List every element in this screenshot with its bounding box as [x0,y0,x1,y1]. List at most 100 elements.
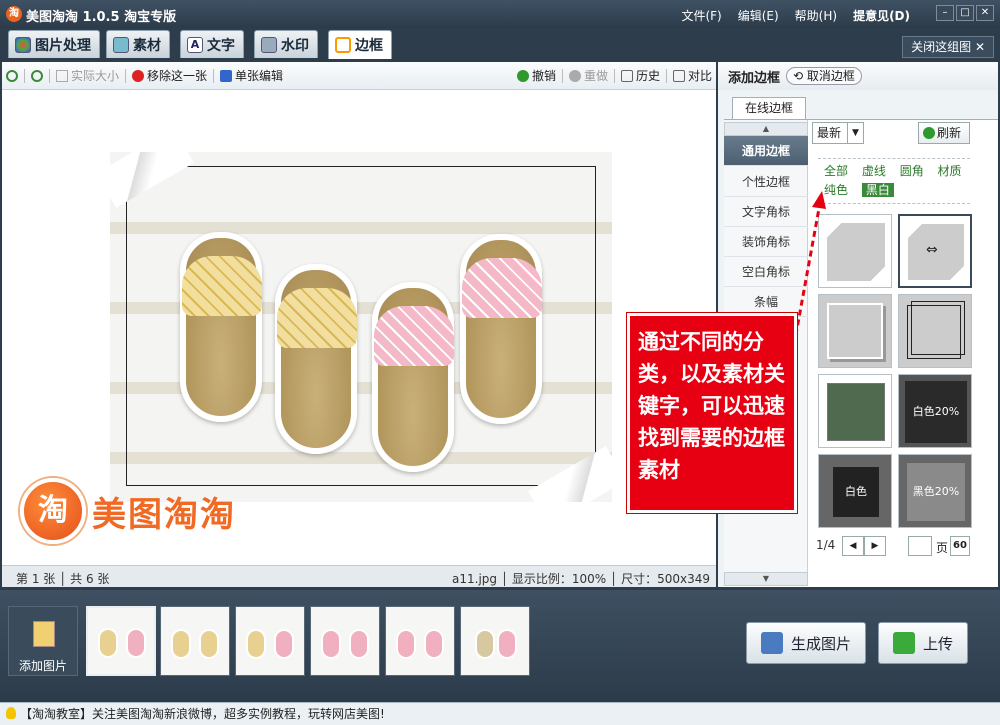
film-thumb-3[interactable] [235,606,305,676]
window-controls: – □ ✕ [936,5,994,21]
filter-bw[interactable]: 黑白 [861,183,894,197]
filter-row-1: 全部 虚线 圆角 材质 [824,162,972,179]
generate-image-button[interactable]: 生成图片 [746,622,867,664]
toolbar-separator [213,68,215,83]
divider [818,203,970,204]
zoom-in-icon [6,69,18,82]
toolbar-separator [665,68,667,83]
close-group-button[interactable]: 关闭这组图 ✕ [902,36,994,58]
page-label: 页 [936,541,949,555]
tab-watermark[interactable]: 水印 [254,30,318,58]
app-logo-icon: 淘 [6,6,22,22]
tab-online-border[interactable]: 在线边框 [732,97,806,119]
compare-button[interactable]: 对比 [669,67,716,84]
resize-arrows-icon: ⇔ [926,242,938,258]
upload-arrow-icon [893,632,915,654]
panel-title: 添加边框 [728,70,781,86]
watermark-icon [261,36,277,53]
redo-button[interactable]: 重做 [565,67,612,84]
next-page-button[interactable]: ▶ [864,536,886,556]
single-edit-button[interactable]: 单张编辑 [216,67,287,84]
brand-watermark-text: 美图淘淘 [92,494,236,535]
menu-feedback[interactable]: 提意见(D) [853,7,910,24]
film-thumb-2[interactable] [160,606,230,676]
toolbar-separator [49,68,50,83]
filter-texture[interactable]: 材质 [938,164,962,178]
window-title: 美图淘淘 1.0.5 淘宝专版 [26,10,177,25]
lightbulb-icon [6,707,16,719]
generate-icon [761,632,783,654]
add-image-button[interactable]: 添加图片 [8,606,78,676]
menu-file[interactable]: 文件(F) [681,7,721,24]
zoom-out-button[interactable] [27,69,47,82]
refresh-button[interactable]: 刷新 [918,122,970,144]
film-thumb-4[interactable] [310,606,380,676]
category-scroll-down[interactable]: ▼ [724,572,808,586]
arrow-line [792,202,822,346]
border-frame-overlay [126,166,596,486]
go-page-button[interactable]: 60 [950,536,970,556]
image-info: a11.jpg │ 显示比例：100% │ 尺寸：500x349 [452,572,710,586]
filter-dashed[interactable]: 虚线 [862,164,886,178]
upload-button[interactable]: 上传 [878,622,969,664]
edit-icon [220,69,233,82]
title-bar: 淘 美图淘淘 1.0.5 淘宝专版 文件(F) 编辑(E) 帮助(H) 提意见(… [0,0,1000,28]
arrow-head [812,191,826,209]
zoom-in-button[interactable] [2,69,22,82]
tab-border[interactable]: 边框 [328,30,392,59]
category-general[interactable]: 通用边框 [724,136,808,166]
page-indicator: 1/4 [816,538,836,552]
close-icon[interactable]: ✕ [976,5,994,21]
page-number-input[interactable] [908,536,932,556]
category-scroll-up[interactable]: ▲ [724,122,808,136]
tutorial-callout: 通过不同的分类，以及素材关键字，可以迅速找到需要的边框素材 [627,313,797,513]
filter-all[interactable]: 全部 [824,164,848,178]
zoom-out-icon [31,69,43,82]
border-thumb-4[interactable] [898,294,972,368]
border-thumb-2[interactable]: ⇔ [898,214,972,288]
compare-icon [672,69,685,82]
remove-one-button[interactable]: 移除这一张 [128,67,211,84]
history-button[interactable]: 历史 [617,67,664,84]
toolbar-separator [613,68,615,83]
actual-size-button[interactable]: 实际大小 [52,67,123,84]
border-thumb-7[interactable]: 白色20% [818,454,892,548]
maximize-icon[interactable]: □ [956,5,974,21]
film-thumb-1[interactable] [86,606,156,676]
menu-bar: 文件(F) 编辑(E) 帮助(H) 提意见(D) [681,7,910,24]
border-thumb-6[interactable]: 白色20% [898,374,972,448]
border-thumb-5[interactable] [818,374,892,448]
tip-bar: 【淘淘教室】关注美图淘淘新浪微博，超多实例教程，玩转网店美图! [0,702,1000,725]
edit-toolbar: 实际大小 移除这一张 单张编辑 撤销 重做 历史 对比 [2,62,716,90]
palette-icon [15,36,31,53]
prev-page-button[interactable]: ◀ [842,536,864,556]
brand-watermark: 淘 美图淘淘 [20,478,236,544]
filter-rounded[interactable]: 圆角 [900,164,924,178]
film-thumb-6[interactable] [460,606,530,676]
tab-material[interactable]: 素材 [106,30,170,58]
tab-image-processing[interactable]: 图片处理 [8,30,100,58]
filter-row-2: 纯色 黑白 [824,181,904,198]
toolbar-separator [561,68,563,83]
tab-text[interactable]: A 文字 [180,30,244,58]
menu-edit[interactable]: 编辑(E) [738,7,779,24]
status-bar: 第 1 张 │ 共 6 张 a11.jpg │ 显示比例：100% │ 尺寸：5… [2,565,716,587]
filmstrip: 添加图片 生成图片 上传 [0,590,1000,702]
border-icon [335,37,351,53]
tab-bar: 图片处理 素材 A 文字 水印 边框 [0,28,1000,59]
actual-size-icon [56,69,68,82]
undo-button[interactable]: 撤销 [513,67,560,84]
remove-icon [132,69,145,82]
text-icon: A [187,36,203,53]
border-thumb-8[interactable]: 黑色20% [898,454,972,528]
image-count: 第 1 张 │ 共 6 张 [16,572,110,586]
film-thumb-5[interactable] [385,606,455,676]
toolbar-separator [24,68,25,83]
chevron-down-icon: ▼ [847,123,863,143]
menu-help[interactable]: 帮助(H) [795,7,837,24]
cancel-border-button[interactable]: ⟲ 取消边框 [786,67,862,85]
preview-photo [110,152,612,502]
tip-text[interactable]: 【淘淘教室】关注美图淘淘新浪微博，超多实例教程，玩转网店美图! [20,707,385,721]
minimize-icon[interactable]: – [936,5,954,21]
sort-select[interactable]: 最新 ▼ [812,122,864,144]
